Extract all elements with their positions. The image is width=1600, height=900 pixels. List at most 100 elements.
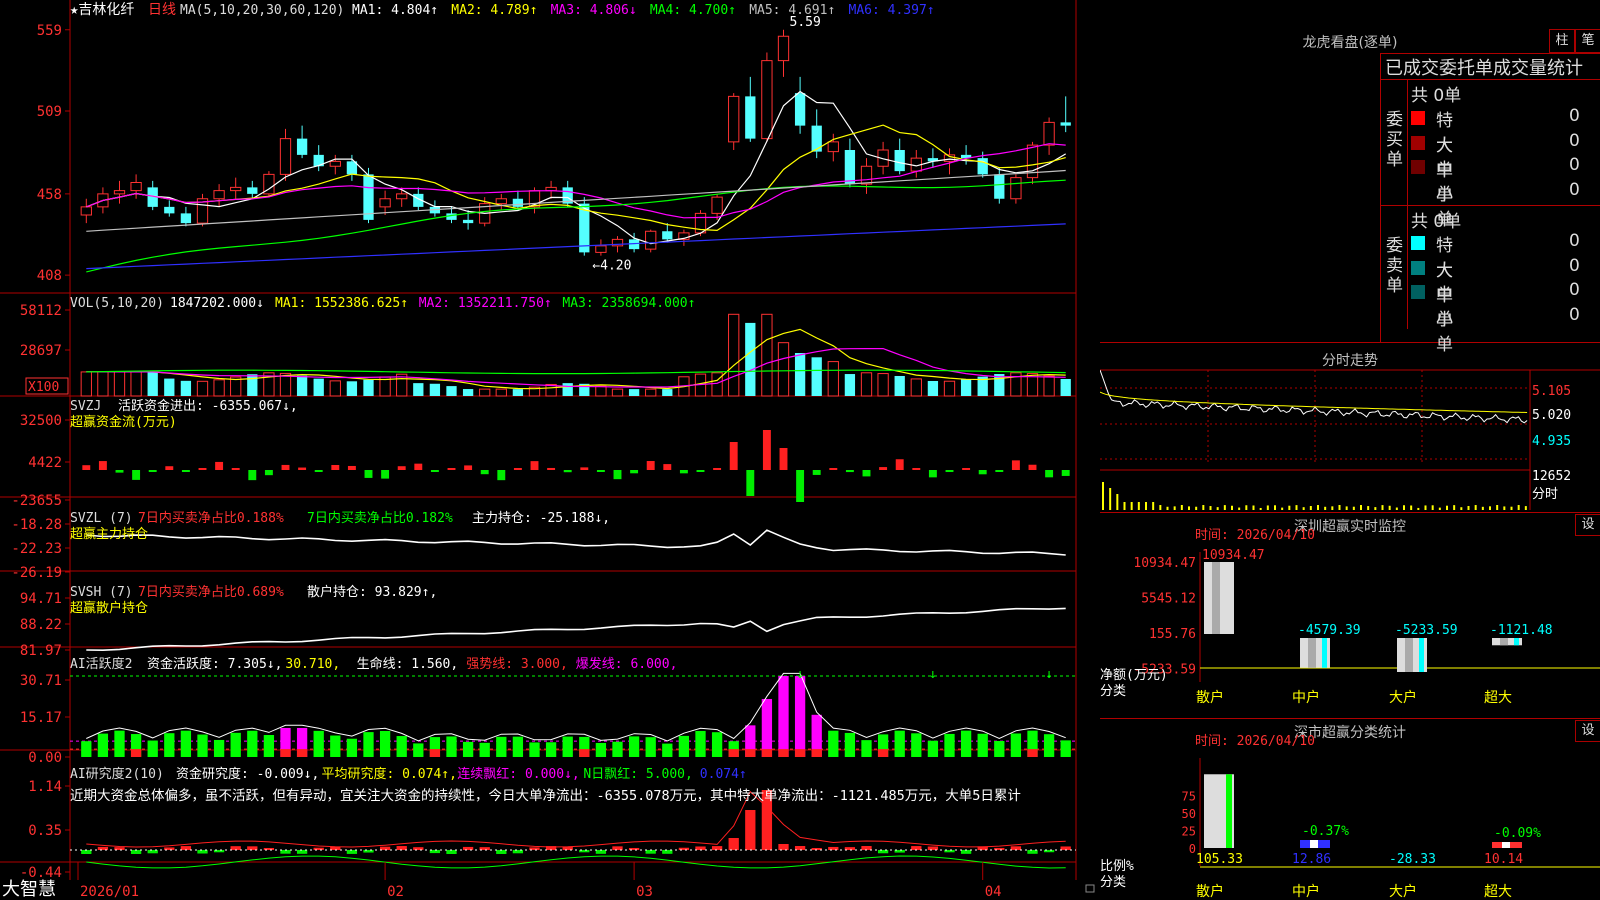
flow-bar [912,468,921,470]
buy-count: 共 0单 [1411,86,1462,106]
svzl-item: 7日内买卖净占比0.182% [307,510,453,526]
fenshi-vol-bar [1438,507,1441,510]
legend-swatch [1411,135,1425,150]
flow-bar [563,470,572,473]
candle-up [761,60,773,140]
fenshi-vol-bar [1145,502,1147,510]
legend-swatch [1411,260,1425,275]
activity-bar [97,733,109,757]
volume-bar [313,378,324,396]
sz-bar-edge [1322,638,1327,668]
fenshi-vol-bar [1209,506,1212,510]
activity-bar [496,736,507,757]
order-count: 0 [1569,304,1580,325]
activity-bar [346,738,358,757]
research-bar [296,850,308,854]
fenshi-vol-bar [1410,505,1413,510]
candle-up [495,198,507,205]
fenshi-vol-bar [1417,507,1420,510]
flow-bar [895,459,904,470]
szc-category-label: 中户 [1292,883,1320,900]
fenshi-vol-bar [1467,505,1470,510]
activity-bar-base [761,749,773,757]
activity-bar [595,743,607,757]
volume-bar [462,389,474,396]
volume-bar [164,378,175,396]
szc-y-tick: 50 [1182,807,1196,821]
fenshi-vol-bar [1345,506,1348,510]
sz-category-label: 超大 [1484,690,1512,706]
candle-up [595,245,607,253]
svzl-header: SVZL (7) [70,511,133,526]
ai2-item: 连续飘红: 0.000↓, [457,766,579,782]
volume-bar [363,379,374,396]
tab-tick-list[interactable]: 笔 [1575,29,1600,53]
flow-bar [995,470,1004,472]
candle-up [1043,121,1055,146]
fenshi-vol-label: 12652 [1532,469,1571,484]
volume-bar [844,374,856,396]
tab-bar-chart[interactable]: 柱 [1549,29,1575,53]
activity-bar [861,740,872,757]
flow-bar [1061,470,1070,476]
szc-bottom-label: -28.33 [1389,852,1436,867]
activity-bar-base [130,749,142,757]
order-count: 0 [1569,231,1580,251]
chart-canvas[interactable]: 559 509 458 408 ★吉林化纤 日线 MA(5,10,20,30,60,120)… [0,0,1100,900]
fenshi-vol-bar [1274,505,1276,510]
fenshi-vol-bar [1403,505,1405,510]
activity-bar [662,743,673,757]
fenshi-vol-bar [1152,502,1155,510]
main-chart-area[interactable]: 559 509 458 408 ★吉林化纤 日线 MA(5,10,20,30,60,120)… [0,0,1100,900]
fenshi-vol-bar [1266,505,1269,510]
legend-swatch [1411,111,1425,125]
activity-bar [545,742,557,757]
fenshi-vol-bar [1460,507,1463,510]
fenshi-y-tick: 4.935 [1532,434,1571,449]
activity-bar [462,741,474,757]
price-y-tick: 458 [37,187,62,203]
candle-down [247,187,258,194]
volume-bar [827,361,839,397]
flow-bar [132,470,141,480]
svzj-y-tick: -23655 [11,493,62,509]
fenshi-chart[interactable]: 5.105 5.020 4.935 12652 分时 [1100,340,1600,510]
research-bar [280,850,291,854]
fenshi-vol-bar [1446,505,1448,510]
activity-bar [695,730,706,757]
fenshi-vol-bar [1517,505,1520,510]
activity-bar [413,743,424,757]
activity-bar [379,730,391,757]
right-panel: 龙虎看盘(逐单) 柱 笔 已成交委托单成交量统计 委买单 委卖单 共 0单 共 … [1100,0,1600,900]
svsh-item: 7日内买卖净占比0.689% [138,584,284,600]
svsh-y-tick: 94.71 [20,591,62,607]
activity-bar [396,736,407,757]
activity-bar [363,732,374,757]
brand-label: 大智慧 [2,879,56,900]
order-count: 0 [1569,280,1580,300]
volume-bar [196,380,209,397]
vol-ma-value: MA2: 1352211.750↑ [419,296,552,311]
fenshi-vol-bar [1338,505,1341,510]
svsh-y-tick: 88.22 [20,617,62,633]
sz-value-label: -4579.39 [1298,623,1361,638]
activity-bar [960,730,972,757]
volume-bar [645,388,657,397]
candle-down [180,213,192,224]
ai1-header: AI活跃度2 [70,656,132,672]
flow-bar [181,470,190,472]
volume-bar [745,322,756,396]
fenshi-vol-bar [1238,507,1241,510]
volume-bar [761,313,773,397]
activity-bar-base [429,749,441,757]
volume-bar [346,381,358,396]
vol-value: 1847202.000↓ [170,296,264,311]
flow-bar [314,470,323,472]
sz-category-label: 中户 [1292,689,1320,706]
research-bar [396,846,407,850]
buy-side-label: 委买单 [1386,110,1403,170]
fenshi-vol-bar [1159,505,1162,510]
candle-up [711,196,723,214]
research-bar [197,850,208,854]
szc-category-label: 散户 [1196,883,1224,900]
